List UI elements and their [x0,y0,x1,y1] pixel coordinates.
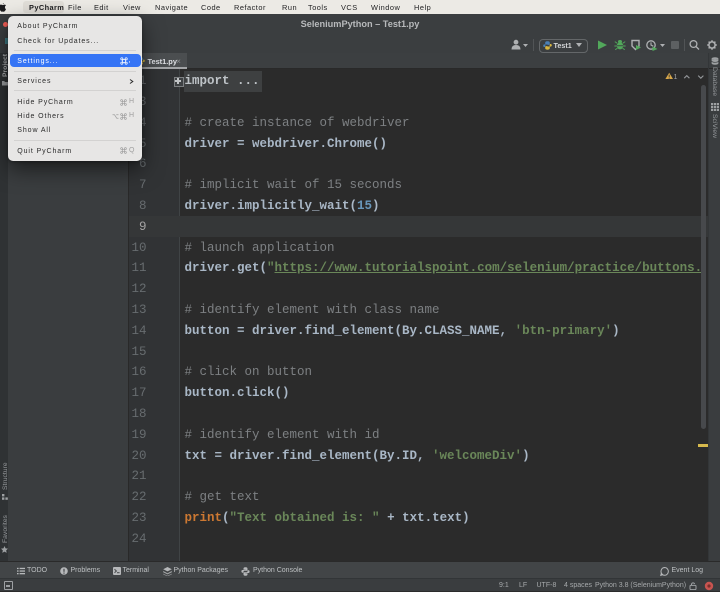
svg-text:1: 1 [674,74,678,81]
